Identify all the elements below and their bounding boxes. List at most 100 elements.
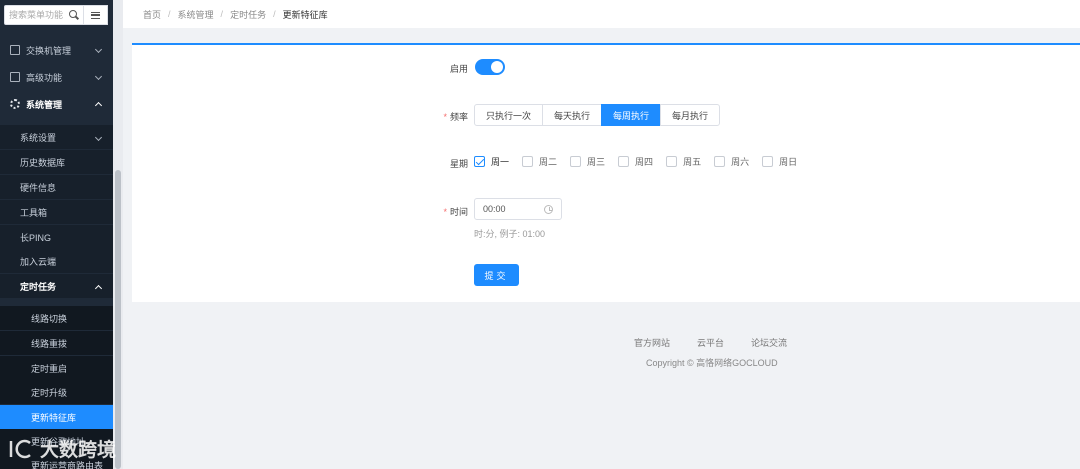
sidebar-item-label: 工具箱 — [20, 207, 48, 218]
breadcrumb-system-management[interactable]: 系统管理 — [178, 8, 214, 21]
time-label-text: 时间 — [449, 207, 468, 217]
time-input[interactable] — [483, 204, 538, 214]
search-icon[interactable] — [69, 10, 79, 20]
weekday-label-text: 星期 — [449, 159, 468, 169]
sidebar-item-label: 定时任务 — [20, 281, 57, 292]
footer-links: 官方网站 云平台 论坛交流 — [634, 336, 814, 349]
breadcrumb-separator: / — [168, 9, 171, 19]
frequency-monthly-button[interactable]: 每月执行 — [660, 104, 721, 126]
watermark: 大数跨境 — [8, 435, 116, 462]
chevron-down-icon — [94, 72, 103, 81]
weekday-label-tue: 周二 — [539, 157, 558, 167]
breadcrumb-separator: / — [273, 9, 276, 19]
sidebar-item-label: 定时重启 — [31, 363, 68, 374]
sidebar-item-label: 历史数据库 — [20, 157, 66, 168]
sidebar-item-label: 线路重拨 — [31, 338, 68, 349]
clock-icon[interactable] — [544, 204, 553, 214]
sidebar-item-label: 长PING — [20, 232, 52, 243]
weekday-label-sun: 周日 — [779, 157, 798, 167]
sidebar-item-system-management[interactable]: 系统管理 — [0, 91, 113, 117]
sidebar-subitem-system-settings[interactable]: 系统设置 — [0, 125, 113, 149]
menu-search-box[interactable] — [4, 5, 84, 25]
watermark-text: 大数跨境 — [40, 440, 117, 461]
grid-icon — [10, 72, 20, 82]
footer-link-cloud-platform[interactable]: 云平台 — [697, 336, 724, 349]
chevron-down-icon — [94, 45, 103, 54]
sidebar-task-update-signatures[interactable]: 更新特征库 — [0, 405, 113, 429]
sidebar-task-line-redial[interactable]: 线路重拨 — [0, 331, 113, 355]
breadcrumb-scheduled-tasks[interactable]: 定时任务 — [230, 8, 266, 21]
weekday-checkbox-fri[interactable]: 周五 — [666, 155, 701, 168]
weekday-checkbox-wed[interactable]: 周三 — [570, 155, 605, 168]
submit-button[interactable]: 提交 — [474, 264, 519, 286]
form-panel: 启用 * 频率 只执行一次 每天执行 每周执行 每月执行 星期 周一 周二 周三 … — [132, 43, 1080, 302]
enable-label-text: 启用 — [449, 64, 468, 74]
weekday-label-sat: 周六 — [731, 157, 750, 167]
time-picker[interactable] — [474, 198, 562, 220]
chevron-up-icon — [94, 101, 103, 110]
breadcrumb-current: 更新特征库 — [282, 9, 328, 20]
sidebar-task-scheduled-reboot[interactable]: 定时重启 — [0, 356, 113, 380]
weekday-label-mon: 周一 — [491, 157, 510, 167]
weekday-checkbox-group: 周一 周二 周三 周四 周五 周六 周日 — [474, 155, 810, 168]
sidebar-task-scheduled-upgrade[interactable]: 定时升级 — [0, 380, 113, 404]
weekday-checkbox-thu[interactable]: 周四 — [618, 155, 653, 168]
checkbox-icon[interactable] — [522, 156, 534, 167]
frequency-daily-button[interactable]: 每天执行 — [542, 104, 603, 126]
watermark-logo-icon — [9, 439, 31, 458]
sidebar-subitem-hardware-info[interactable]: 硬件信息 — [0, 175, 113, 199]
chevron-down-icon — [94, 133, 103, 142]
sidebar-scrollbar-thumb[interactable] — [115, 170, 121, 469]
sidebar-subitem-toolbox[interactable]: 工具箱 — [0, 200, 113, 224]
sidebar-subitem-long-ping[interactable]: 长PING — [0, 225, 113, 249]
sidebar-item-advanced-features[interactable]: 高级功能 — [0, 64, 113, 90]
sidebar-task-line-switch[interactable]: 线路切换 — [0, 306, 113, 330]
frequency-once-button[interactable]: 只执行一次 — [474, 104, 544, 126]
breadcrumb-home[interactable]: 首页 — [143, 8, 161, 21]
sidebar-item-label: 加入云端 — [20, 256, 57, 267]
time-hint: 时:分, 例子: 01:00 — [474, 229, 546, 239]
checkbox-checked-icon[interactable] — [474, 156, 485, 167]
sidebar-item-label: 交换机管理 — [26, 45, 72, 56]
time-label: * 时间 — [408, 205, 468, 218]
sidebar-item-label: 系统设置 — [20, 132, 57, 143]
checkbox-icon[interactable] — [762, 156, 774, 167]
required-asterisk: * — [443, 112, 447, 122]
sidebar-item-switch-management[interactable]: 交换机管理 — [0, 37, 113, 63]
weekday-checkbox-sat[interactable]: 周六 — [714, 155, 749, 168]
gear-icon — [10, 99, 20, 109]
copyright-text: Copyright © 高恪网络GOCLOUD — [646, 358, 778, 368]
enable-toggle[interactable] — [475, 59, 505, 75]
weekday-label-thu: 周四 — [635, 157, 654, 167]
frequency-weekly-button[interactable]: 每周执行 — [601, 104, 662, 126]
weekday-checkbox-mon[interactable]: 周一 — [474, 155, 509, 168]
hamburger-icon — [91, 11, 100, 19]
weekday-label-fri: 周五 — [683, 157, 702, 167]
menu-search-input[interactable] — [9, 10, 69, 20]
sidebar-item-label: 高级功能 — [26, 72, 63, 83]
footer-link-forum[interactable]: 论坛交流 — [751, 336, 787, 349]
weekday-checkbox-sun[interactable]: 周日 — [762, 155, 797, 168]
sidebar-item-label: 更新特征库 — [31, 412, 77, 423]
footer-link-official-site[interactable]: 官方网站 — [634, 336, 670, 349]
frequency-segmented-control: 只执行一次 每天执行 每周执行 每月执行 — [474, 104, 721, 126]
menu-collapse-button[interactable] — [84, 5, 108, 25]
sidebar-item-label: 硬件信息 — [20, 182, 57, 193]
frequency-label-text: 频率 — [449, 112, 468, 122]
checkbox-icon[interactable] — [570, 156, 582, 167]
weekday-label: 星期 — [408, 157, 468, 170]
frequency-label: * 频率 — [408, 110, 468, 123]
weekday-checkbox-tue[interactable]: 周二 — [522, 155, 557, 168]
required-asterisk: * — [443, 207, 447, 217]
checkbox-icon[interactable] — [714, 156, 726, 167]
sidebar-subitem-scheduled-tasks[interactable]: 定时任务 — [0, 274, 113, 298]
sidebar-subitem-history-db[interactable]: 历史数据库 — [0, 150, 113, 174]
checkbox-icon[interactable] — [666, 156, 678, 167]
switch-icon — [10, 45, 20, 55]
weekday-label-wed: 周三 — [587, 157, 606, 167]
sidebar-subitem-join-cloud[interactable]: 加入云端 — [0, 249, 113, 273]
sidebar: 交换机管理 高级功能 系统管理 系统设置 历史数据库 硬件信息 工具箱 长PIN… — [0, 0, 113, 469]
sidebar-item-label: 线路切换 — [31, 313, 68, 324]
checkbox-icon[interactable] — [618, 156, 630, 167]
enable-label: 启用 — [408, 62, 468, 75]
